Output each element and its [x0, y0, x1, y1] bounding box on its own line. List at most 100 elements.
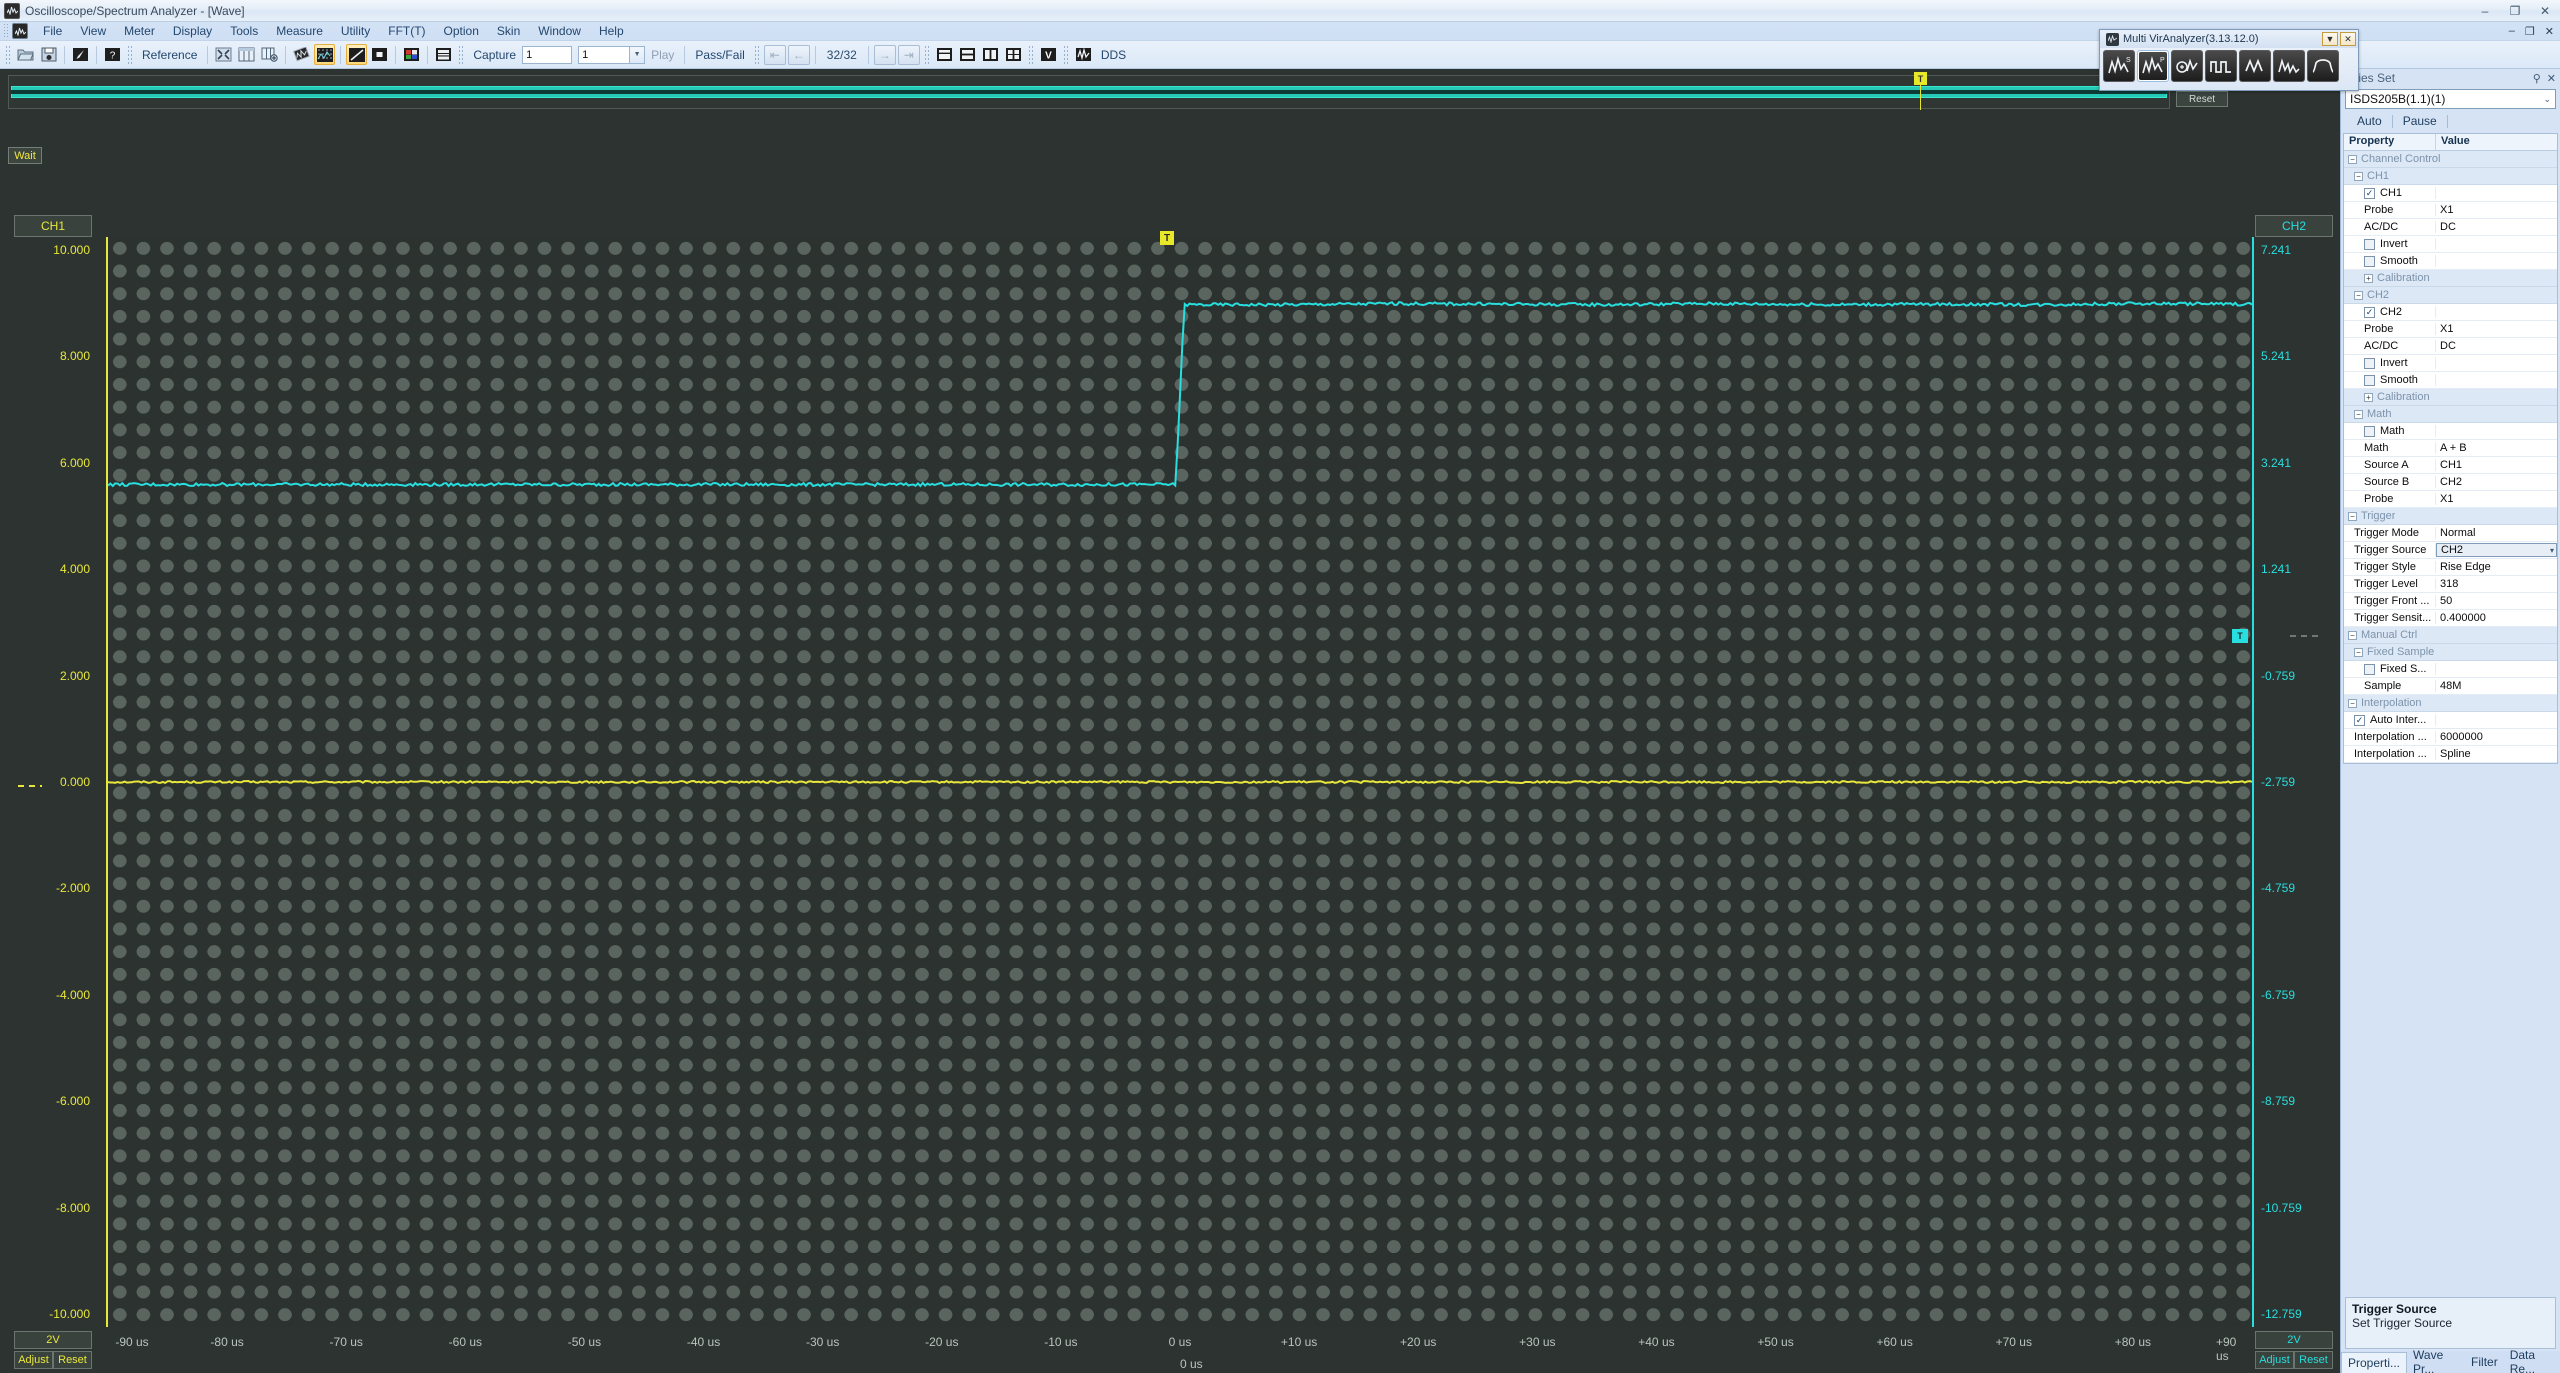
- waveform-plot[interactable]: [108, 237, 2252, 1327]
- checkbox[interactable]: [2364, 374, 2375, 386]
- ch1-header[interactable]: CH1: [14, 215, 92, 237]
- overview-strip[interactable]: T: [8, 72, 2170, 110]
- noise-wave-icon[interactable]: [2273, 50, 2305, 82]
- expander-icon[interactable]: −: [2354, 647, 2363, 657]
- layout-quad-icon[interactable]: [1003, 44, 1024, 65]
- auto-button[interactable]: Auto: [2347, 114, 2392, 128]
- spectrum-s-icon[interactable]: S: [2103, 50, 2135, 82]
- first-frame-icon[interactable]: ⇤: [763, 44, 786, 65]
- property-row[interactable]: Smooth: [2344, 372, 2557, 389]
- ch1-adjust-button[interactable]: Adjust: [14, 1351, 53, 1369]
- property-value[interactable]: Spline: [2436, 748, 2557, 760]
- mdi-minimize-button[interactable]: –: [2505, 25, 2519, 38]
- menu-item-meter[interactable]: Meter: [115, 22, 164, 40]
- checkbox[interactable]: [2364, 255, 2375, 267]
- reference-button[interactable]: Reference: [136, 48, 203, 62]
- expander-icon[interactable]: +: [2364, 273, 2373, 283]
- play-button[interactable]: Play: [645, 48, 680, 62]
- tab-filter[interactable]: Filter: [2465, 1352, 2504, 1372]
- solid-square-icon[interactable]: [369, 44, 390, 65]
- diagonal-line-icon[interactable]: [346, 44, 368, 65]
- chevron-down-icon[interactable]: ▾: [2550, 546, 2554, 555]
- device-select[interactable]: ISDS205B(1.1)(1) ⌄: [2345, 89, 2556, 109]
- property-group-row[interactable]: − CH1: [2344, 168, 2557, 185]
- property-value[interactable]: 50: [2436, 595, 2557, 607]
- last-frame-icon[interactable]: ⇥: [897, 44, 920, 65]
- close-button[interactable]: ✕: [2530, 0, 2560, 22]
- viranalyzer-dropdown-button[interactable]: ▼: [2322, 32, 2338, 46]
- overview-reset-button[interactable]: Reset: [2176, 91, 2228, 107]
- capture-select[interactable]: 1: [578, 45, 631, 64]
- next-frame-icon[interactable]: →: [873, 44, 896, 65]
- property-value[interactable]: 6000000: [2436, 731, 2557, 743]
- meter-probe-icon[interactable]: [2171, 50, 2203, 82]
- expander-icon[interactable]: −: [2354, 171, 2363, 181]
- grid-dots-icon[interactable]: [314, 44, 336, 65]
- menu-item-display[interactable]: Display: [164, 22, 221, 40]
- property-row[interactable]: AC/DC DC: [2344, 219, 2557, 236]
- menu-item-measure[interactable]: Measure: [267, 22, 332, 40]
- checkbox[interactable]: [2364, 238, 2375, 250]
- ch1-volt-scale[interactable]: 2V: [14, 1331, 92, 1349]
- property-row[interactable]: Invert: [2344, 236, 2557, 253]
- property-value[interactable]: 0.400000: [2436, 612, 2557, 624]
- property-value[interactable]: CH2 ▾: [2436, 543, 2557, 557]
- viranalyzer-window[interactable]: Multi VirAnalyzer(3.13.12.0) ▼ ✕ S P: [2099, 29, 2359, 91]
- property-row[interactable]: Trigger Level 318: [2344, 576, 2557, 593]
- property-row[interactable]: Invert: [2344, 355, 2557, 372]
- property-value[interactable]: Rise Edge: [2436, 561, 2557, 573]
- property-value[interactable]: X1: [2436, 323, 2557, 335]
- pulse-wave-icon[interactable]: [2307, 50, 2339, 82]
- menu-item-utility[interactable]: Utility: [332, 22, 379, 40]
- property-row[interactable]: Math: [2344, 423, 2557, 440]
- expander-icon[interactable]: −: [2348, 698, 2357, 708]
- tab-wave-properties[interactable]: Wave Pr...: [2407, 1345, 2465, 1373]
- overview-trigger-marker[interactable]: T: [1914, 72, 1927, 85]
- expander-icon[interactable]: −: [2348, 154, 2357, 164]
- tab-properties[interactable]: Properti...: [2341, 1351, 2408, 1373]
- property-value[interactable]: CH2: [2436, 476, 2557, 488]
- expander-icon[interactable]: −: [2348, 630, 2357, 640]
- expander-icon[interactable]: −: [2354, 290, 2363, 300]
- property-group-row[interactable]: − CH2: [2344, 287, 2557, 304]
- property-row[interactable]: Trigger Source CH2 ▾: [2344, 542, 2557, 559]
- pass-fail-button[interactable]: Pass/Fail: [689, 48, 750, 62]
- pin-icon[interactable]: ⚲: [2533, 72, 2541, 85]
- dds-button[interactable]: DDS: [1095, 48, 1132, 62]
- property-row[interactable]: Source B CH2: [2344, 474, 2557, 491]
- checkbox[interactable]: ✓: [2364, 306, 2375, 318]
- property-value[interactable]: DC: [2436, 340, 2557, 352]
- voltmeter-v-icon[interactable]: V: [1038, 44, 1059, 65]
- pause-button[interactable]: Pause: [2393, 114, 2447, 128]
- property-row[interactable]: Interpolation ... Spline: [2344, 746, 2557, 763]
- property-row[interactable]: Trigger Mode Normal: [2344, 525, 2557, 542]
- property-row[interactable]: Source A CH1: [2344, 457, 2557, 474]
- checkbox[interactable]: [2364, 425, 2375, 437]
- viranalyzer-close-button[interactable]: ✕: [2340, 32, 2356, 46]
- property-row[interactable]: Trigger Style Rise Edge: [2344, 559, 2557, 576]
- property-row[interactable]: Trigger Front ... 50: [2344, 593, 2557, 610]
- property-value[interactable]: Normal: [2436, 527, 2557, 539]
- expander-icon[interactable]: −: [2348, 511, 2357, 521]
- tab-data-record[interactable]: Data Re...: [2504, 1345, 2560, 1373]
- property-group-row[interactable]: − Interpolation: [2344, 695, 2557, 712]
- ch2-reset-button[interactable]: Reset: [2294, 1351, 2333, 1369]
- print-icon[interactable]: [433, 44, 454, 65]
- property-row[interactable]: Probe X1: [2344, 491, 2557, 508]
- trigger-time-marker[interactable]: T: [1160, 231, 1174, 245]
- chevron-down-icon[interactable]: ▼: [630, 45, 646, 64]
- expander-icon[interactable]: −: [2354, 409, 2363, 419]
- property-row[interactable]: AC/DC DC: [2344, 338, 2557, 355]
- columns-view-icon[interactable]: [236, 44, 257, 65]
- property-value[interactable]: X1: [2436, 493, 2557, 505]
- checkbox[interactable]: ✓: [2364, 187, 2375, 199]
- property-group-row[interactable]: − Manual Ctrl: [2344, 627, 2557, 644]
- layout-single-icon[interactable]: [934, 44, 955, 65]
- property-value[interactable]: A + B: [2436, 442, 2557, 454]
- property-value[interactable]: X1: [2436, 204, 2557, 216]
- property-row[interactable]: Probe X1: [2344, 321, 2557, 338]
- menu-item-fft[interactable]: FFT(T): [379, 22, 434, 40]
- close-icon[interactable]: ✕: [2547, 72, 2556, 85]
- maximize-button[interactable]: ❐: [2500, 0, 2530, 22]
- fit-screen-icon[interactable]: [213, 44, 234, 65]
